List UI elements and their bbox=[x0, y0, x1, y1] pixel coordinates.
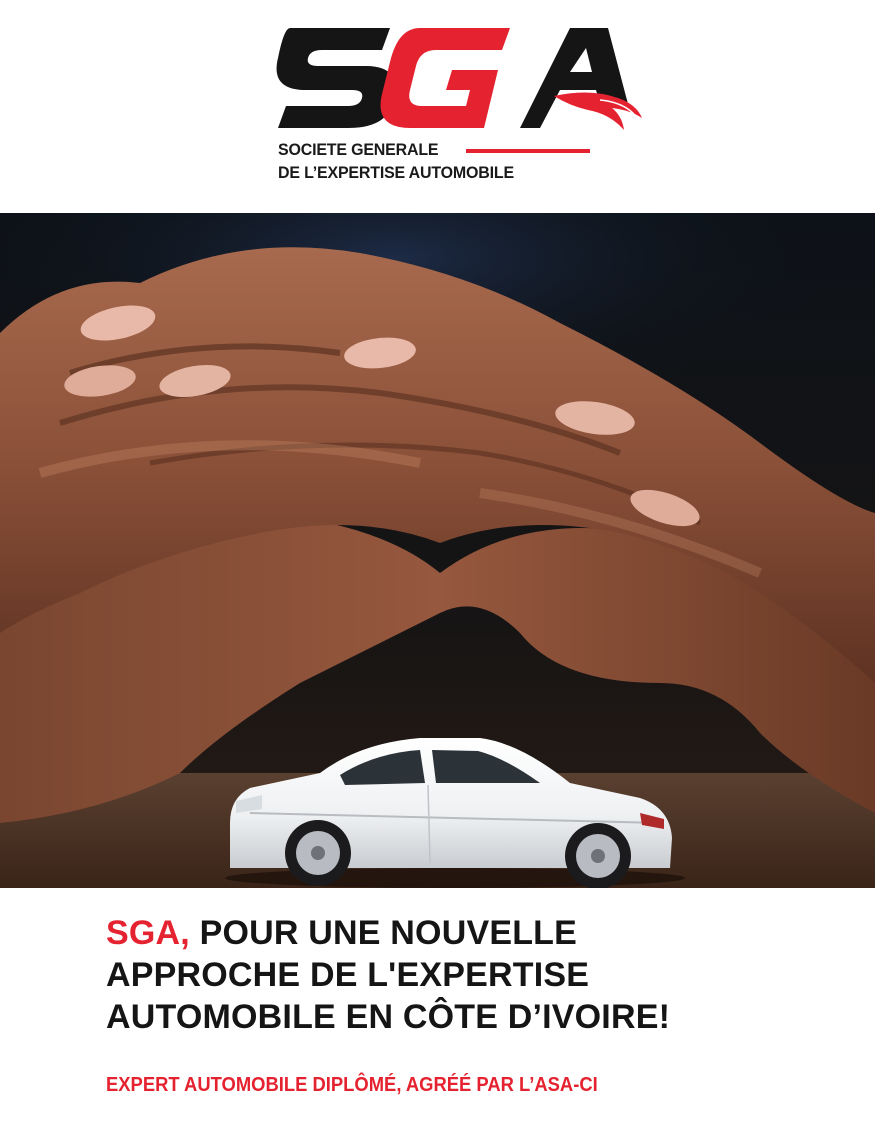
subheadline: EXPERT AUTOMOBILE DIPLÔMÉ, AGRÉÉ PAR L’A… bbox=[106, 1074, 598, 1096]
sga-logo-mark bbox=[276, 28, 642, 130]
headline-line-1: SGA, POUR UNE NOUVELLE bbox=[106, 912, 846, 954]
hero-photo bbox=[0, 213, 875, 888]
logo-tagline-line2: DE L’EXPERTISE AUTOMOBILE bbox=[278, 163, 514, 182]
headline-line-3: AUTOMOBILE EN CÔTE D’IVOIRE! bbox=[106, 998, 671, 1036]
logo-red-rule bbox=[466, 149, 590, 153]
headline-line1-text: POUR UNE NOUVELLE bbox=[189, 914, 578, 952]
headline-brand: SGA, bbox=[106, 914, 190, 952]
company-logo: SOCIETE GENERALE DE L’EXPERTISE AUTOMOBI… bbox=[270, 18, 650, 198]
headline-line-2: APPROCHE DE L'EXPERTISE bbox=[106, 956, 590, 994]
logo-tagline-line1: SOCIETE GENERALE bbox=[278, 140, 439, 159]
headline: SGA, POUR UNE NOUVELLE APPROCHE DE L'EXP… bbox=[106, 912, 846, 1038]
